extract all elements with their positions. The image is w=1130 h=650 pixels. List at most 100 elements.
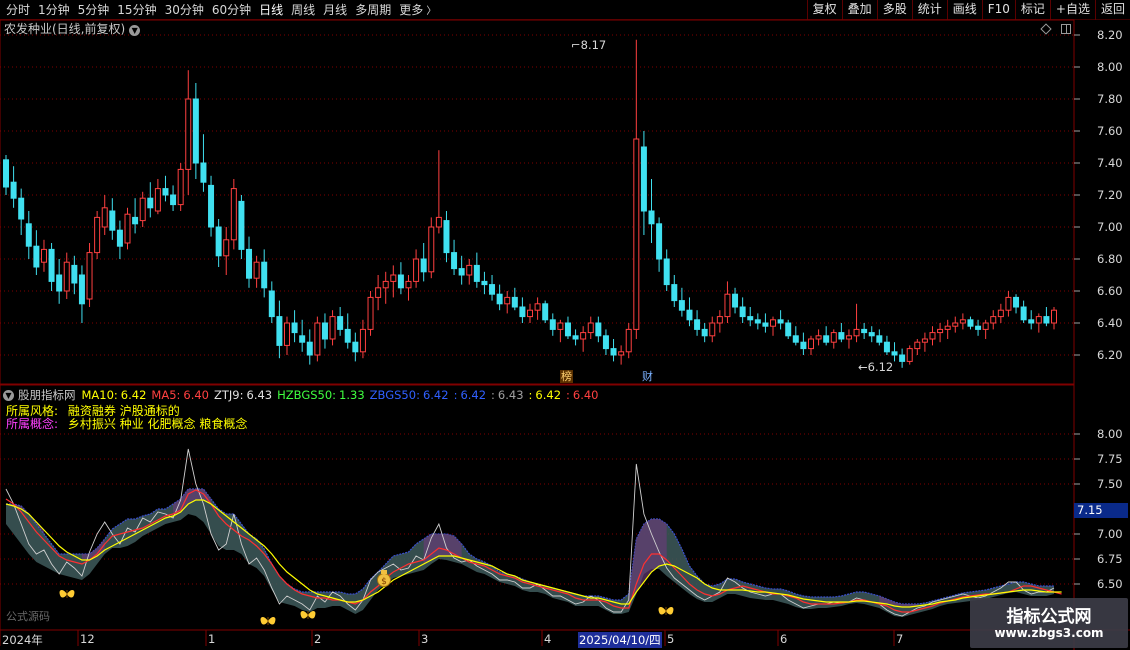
candle-body: [10, 181, 17, 199]
candle-body: [3, 159, 9, 188]
price-tick-label: 7.40: [1097, 156, 1123, 170]
formula-source-label[interactable]: 公式源码: [6, 608, 50, 624]
concept-label: 所属概念:: [6, 417, 59, 431]
candle-body: [124, 213, 131, 244]
candle-body: [48, 248, 55, 282]
candle: [823, 326, 830, 346]
candle: [595, 316, 602, 343]
candle: [18, 188, 25, 235]
candle-body: [283, 322, 290, 346]
candle: [777, 310, 784, 330]
candle: [246, 236, 253, 288]
candle-body: [208, 184, 215, 228]
stock-title[interactable]: 农发种业(日线,前复权) ▼: [4, 22, 141, 36]
candle-body: [845, 335, 852, 340]
price-tick-label: 6.20: [1097, 348, 1123, 362]
indicator-name[interactable]: 股朋指标网: [18, 388, 76, 402]
finance-marker[interactable]: 财: [641, 370, 654, 383]
candle-body: [914, 341, 921, 350]
candle: [56, 259, 63, 304]
band-layer: [6, 488, 1054, 617]
candle: [397, 262, 404, 295]
candle: [739, 297, 746, 323]
candle-body: [678, 300, 685, 311]
candle: [997, 303, 1004, 323]
candle-body: [306, 341, 313, 356]
candle: [390, 265, 397, 298]
candle: [1035, 313, 1042, 333]
candle: [1051, 307, 1057, 330]
indicator-tick-label: 6.50: [1097, 577, 1123, 591]
candle: [754, 313, 761, 330]
candle: [306, 329, 313, 365]
candle-body: [314, 322, 321, 356]
candle-body: [747, 316, 754, 321]
candle-body: [883, 341, 890, 353]
candle: [1005, 291, 1012, 317]
candle-body: [253, 261, 260, 279]
candle-body: [1020, 306, 1027, 321]
candle: [489, 275, 496, 301]
candle: [268, 281, 275, 323]
candle-body: [71, 264, 78, 284]
chart-canvas[interactable]: $: [0, 0, 1130, 650]
candle: [170, 185, 177, 211]
candle-body: [838, 332, 845, 340]
candle-body: [686, 309, 693, 321]
candle: [572, 329, 579, 346]
candle: [861, 323, 868, 339]
candle-body: [261, 261, 268, 289]
indicator-tick-label: 7.50: [1097, 477, 1123, 491]
legend-item: ZBGS50: 6.42: [370, 388, 449, 402]
candle-body: [587, 322, 594, 334]
candle-body: [367, 296, 374, 330]
candle: [147, 182, 154, 218]
candle-body: [990, 316, 997, 324]
candle: [208, 175, 215, 237]
candle: [838, 323, 845, 343]
candle: [959, 313, 966, 330]
candle: [800, 332, 807, 355]
pane-toggle-icon[interactable]: [1061, 24, 1071, 34]
candle: [352, 332, 359, 362]
price-tick-label: 6.40: [1097, 316, 1123, 330]
candle: [473, 252, 480, 288]
candle-body: [701, 328, 708, 337]
candle: [914, 339, 921, 355]
candle-body: [458, 268, 465, 276]
date-tick-label: 7: [896, 632, 904, 646]
candle-body: [496, 293, 503, 305]
chevron-down-icon[interactable]: ▼: [3, 389, 14, 401]
candle-body: [800, 341, 807, 350]
candle-body: [238, 200, 245, 250]
candle: [223, 227, 230, 275]
candle: [25, 211, 32, 259]
candle-body: [739, 306, 746, 318]
indicator-header: ▼ 股朋指标网 MA10: 6.42 MA5: 6.40 ZTJ9: 6.43 HZBGS5…: [3, 388, 604, 402]
candle-body: [929, 332, 936, 340]
price-tick-label: 7.00: [1097, 220, 1123, 234]
candle-body: [154, 188, 161, 212]
indicator-tick-label: 6.75: [1097, 552, 1123, 566]
date-tick-label: 5: [667, 632, 675, 646]
candle-body: [709, 322, 716, 337]
candle: [101, 195, 108, 235]
candle: [1020, 300, 1027, 323]
legend-value: 6.43: [497, 388, 524, 402]
legend-item: MA5: 6.40: [151, 388, 209, 402]
candle: [716, 310, 723, 333]
ranking-marker[interactable]: 榜: [560, 370, 573, 383]
candle-body: [405, 280, 412, 289]
candle: [375, 275, 382, 311]
concept-value: 乡村振兴 种业 化肥概念 粮食概念: [67, 417, 248, 431]
candle: [975, 319, 982, 336]
candle: [982, 319, 989, 339]
date-tick-label: 6: [780, 632, 788, 646]
candle-body: [109, 210, 116, 231]
candle-body: [25, 223, 32, 247]
butterfly-icon: [658, 606, 674, 615]
candle-body: [625, 328, 632, 353]
chevron-down-icon[interactable]: ▼: [129, 25, 141, 36]
candle: [701, 323, 708, 343]
candle-body: [762, 322, 769, 327]
